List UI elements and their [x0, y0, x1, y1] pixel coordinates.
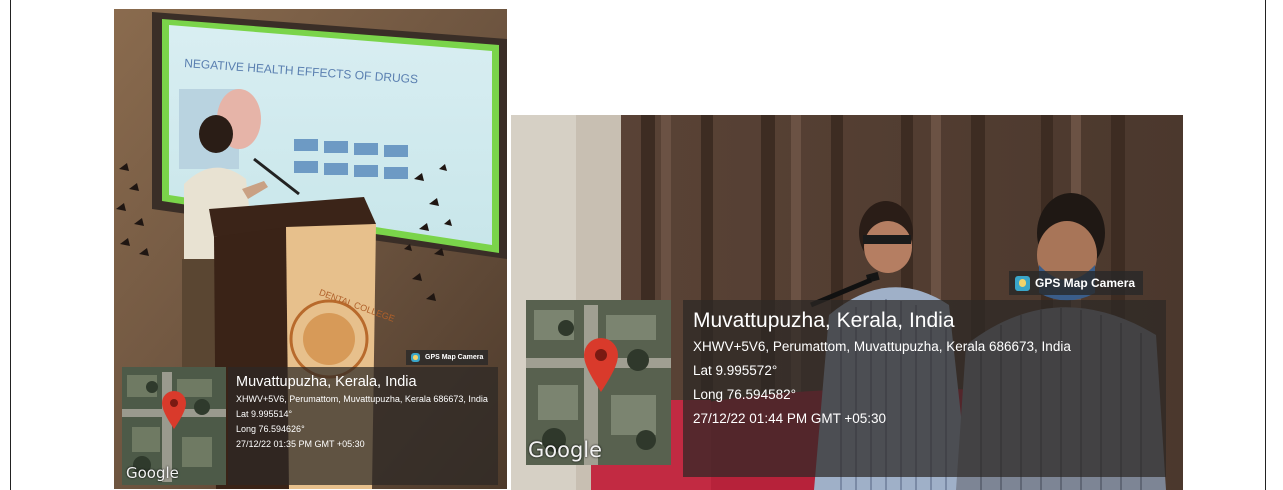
satellite-map-thumbnail: Google	[526, 300, 671, 465]
gps-badge-label: GPS Map Camera	[1035, 276, 1136, 290]
page-left-rule	[10, 0, 11, 490]
gps-camera-icon	[411, 353, 420, 362]
location-address: XHWV+5V6, Perumattom, Muvattupuzha, Kera…	[693, 339, 1071, 354]
longitude-text: Long 76.594582°	[693, 387, 796, 402]
gps-map-camera-badge: GPS Map Camera	[1009, 271, 1144, 295]
page-right-rule	[1265, 0, 1266, 490]
gps-map-camera-badge: GPS Map Camera	[406, 350, 489, 365]
location-address: XHWV+5V6, Perumattom, Muvattupuzha, Kera…	[236, 394, 488, 404]
longitude-text: Long 76.594626°	[236, 424, 305, 434]
gps-info-panel: Muvattupuzha, Kerala, India XHWV+5V6, Pe…	[228, 367, 498, 485]
latitude-text: Lat 9.995572°	[693, 363, 778, 378]
location-title: Muvattupuzha, Kerala, India	[693, 309, 955, 332]
google-map-label: Google	[126, 464, 179, 482]
location-title: Muvattupuzha, Kerala, India	[236, 374, 417, 390]
photo-lecture-podium: NEGATIVE HEALTH EFFECTS OF DRUGS DENTAL …	[114, 9, 507, 489]
timestamp-text: 27/12/22 01:44 PM GMT +05:30	[693, 411, 887, 426]
gps-camera-icon	[1015, 275, 1030, 291]
timestamp-text: 27/12/22 01:35 PM GMT +05:30	[236, 439, 365, 449]
latitude-text: Lat 9.995514°	[236, 409, 293, 419]
gps-info-panel: Muvattupuzha, Kerala, India XHWV+5V6, Pe…	[683, 300, 1166, 477]
satellite-map-thumbnail: Google	[122, 367, 226, 485]
google-map-label: Google	[528, 438, 603, 462]
photo-panel-speakers: GPS Map Camera Google Muvattupuzha, Kera…	[511, 115, 1183, 490]
gps-badge-label: GPS Map Camera	[425, 354, 484, 361]
